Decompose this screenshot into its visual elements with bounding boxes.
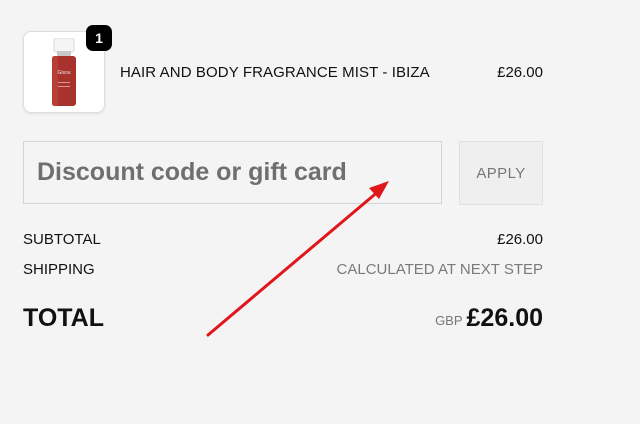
subtotal-label: SUBTOTAL xyxy=(23,231,101,248)
shipping-value: CALCULATED AT NEXT STEP xyxy=(336,261,543,278)
total-label: TOTAL xyxy=(23,304,105,332)
apply-discount-button[interactable]: APPLY xyxy=(459,141,543,205)
product-name: HAIR AND BODY FRAGRANCE MIST - IBIZA xyxy=(120,64,430,81)
svg-text:Gisou: Gisou xyxy=(57,70,70,76)
discount-code-input[interactable] xyxy=(23,141,442,204)
currency-code: GBP xyxy=(435,313,463,328)
subtotal-value: £26.00 xyxy=(497,231,543,248)
shipping-label: SHIPPING xyxy=(23,261,95,278)
total-amount: GBP £26.00 xyxy=(435,304,543,333)
order-summary-panel: Gisou 1 HAIR AND BODY FRAGRANCE MIST - I… xyxy=(0,0,640,424)
cart-line-item: Gisou 1 HAIR AND BODY FRAGRANCE MIST - I… xyxy=(23,25,543,113)
fragrance-bottle-icon: Gisou xyxy=(52,38,76,106)
total-value: £26.00 xyxy=(466,304,543,332)
product-price: £26.00 xyxy=(497,64,543,81)
quantity-badge: 1 xyxy=(86,25,112,51)
